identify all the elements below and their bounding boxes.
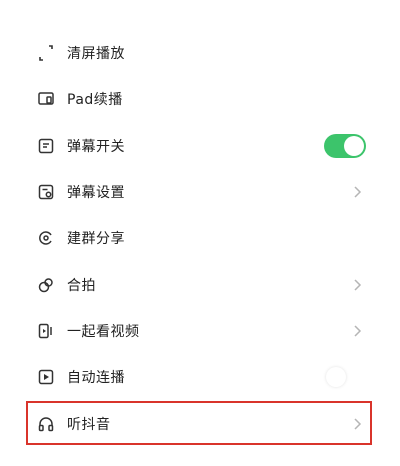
menu-item-label: 弹幕开关 xyxy=(67,138,125,155)
group-share-icon xyxy=(38,230,54,246)
menu-item-label: 一起看视频 xyxy=(67,323,140,340)
autoplay-toggle[interactable] xyxy=(324,365,366,390)
menu-item-pad-continue[interactable]: Pad续播 xyxy=(0,76,400,122)
menu-item-listen-douyin[interactable]: 听抖音 xyxy=(0,400,400,446)
tablet-icon xyxy=(38,91,54,107)
duet-icon xyxy=(38,277,54,293)
menu-item-label: 听抖音 xyxy=(67,416,111,433)
menu-item-label: 弹幕设置 xyxy=(67,185,125,202)
menu-item-duet[interactable]: 合拍 xyxy=(0,261,400,307)
danmaku-toggle[interactable] xyxy=(324,133,366,158)
danmaku-settings-icon xyxy=(38,184,54,200)
autoplay-icon xyxy=(38,369,54,385)
menu-item-autoplay[interactable]: 自动连播 xyxy=(0,354,400,400)
menu-item-danmaku-settings[interactable]: 弹幕设置 xyxy=(0,169,400,215)
menu-item-group-share[interactable]: 建群分享 xyxy=(0,215,400,261)
menu-item-label: 建群分享 xyxy=(67,231,125,248)
chevron-right-icon xyxy=(352,278,362,292)
toggle-knob xyxy=(326,367,346,388)
chevron-right-icon xyxy=(352,324,362,338)
menu-item-danmaku-switch[interactable]: 弹幕开关 xyxy=(0,123,400,169)
watch-together-icon xyxy=(38,323,54,339)
menu-item-label: Pad续播 xyxy=(67,92,123,109)
menu-item-label: 清屏播放 xyxy=(67,46,125,63)
chevron-right-icon xyxy=(352,185,362,199)
clear-screen-icon xyxy=(38,45,54,61)
menu-item-label: 自动连播 xyxy=(67,370,125,387)
settings-menu: 清屏播放 Pad续播 弹幕开关 弹幕设置 建群分享 合拍 一起看视频 自动连播 … xyxy=(0,30,400,447)
danmaku-icon xyxy=(38,138,54,154)
menu-item-watch-together[interactable]: 一起看视频 xyxy=(0,308,400,354)
menu-item-label: 合拍 xyxy=(67,277,96,294)
menu-item-clear-screen[interactable]: 清屏播放 xyxy=(0,30,400,76)
headphones-icon xyxy=(38,416,54,432)
toggle-knob xyxy=(344,135,364,156)
chevron-right-icon xyxy=(352,417,362,431)
